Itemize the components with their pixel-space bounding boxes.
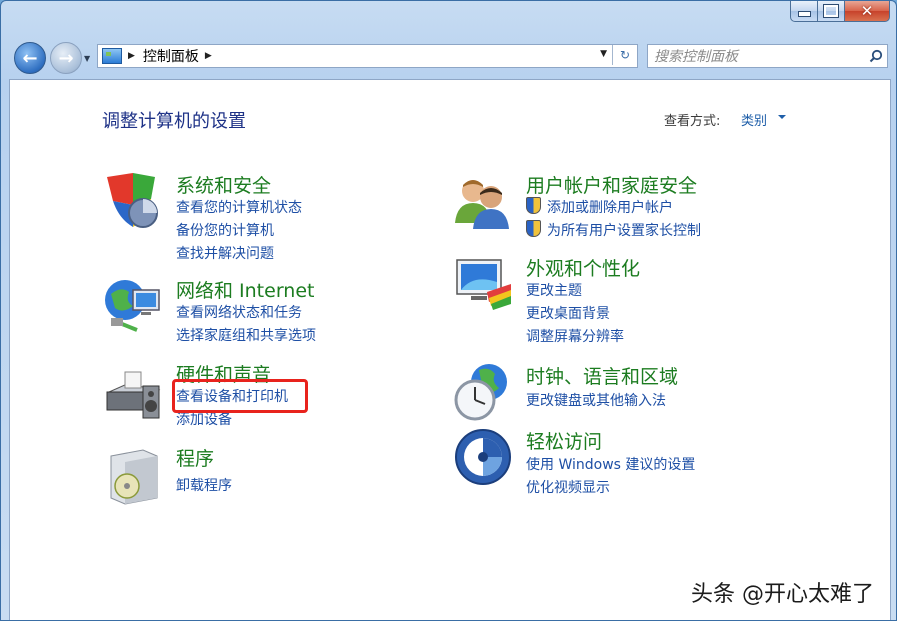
- link-troubleshoot[interactable]: 查找并解决问题: [176, 243, 274, 263]
- link-change-keyboard[interactable]: 更改键盘或其他输入法: [526, 390, 666, 410]
- refresh-icon: ↻: [620, 48, 630, 62]
- minimize-icon: [798, 11, 811, 17]
- view-by-label: 查看方式:: [664, 110, 720, 129]
- category-user-accounts: 用户帐户和家庭安全 添加或删除用户帐户 为所有用户设置家长控制: [453, 171, 853, 241]
- link-parental-controls[interactable]: 为所有用户设置家长控制: [526, 220, 701, 240]
- forward-button[interactable]: →: [50, 42, 82, 74]
- link-backup-computer[interactable]: 备份您的计算机: [176, 220, 274, 240]
- ease-of-access-icon[interactable]: [453, 427, 513, 487]
- link-view-network-status[interactable]: 查看网络状态和任务: [176, 302, 302, 322]
- category-title-programs[interactable]: 程序: [176, 444, 214, 471]
- link-optimize-display[interactable]: 优化视频显示: [526, 477, 610, 497]
- category-title-network-internet[interactable]: 网络和 Internet: [176, 276, 314, 303]
- link-screen-resolution[interactable]: 调整屏幕分辨率: [526, 326, 624, 346]
- refresh-button[interactable]: ↻: [612, 45, 637, 65]
- close-icon: ✕: [861, 4, 874, 19]
- category-clock-language-region: 时钟、语言和区域 更改键盘或其他输入法: [453, 362, 853, 422]
- category-title-system-security[interactable]: 系统和安全: [176, 171, 271, 198]
- recent-pages-dropdown[interactable]: ▼: [84, 54, 90, 63]
- users-icon[interactable]: [453, 171, 513, 231]
- view-by-caret-icon[interactable]: [778, 115, 786, 119]
- page-title: 调整计算机的设置: [102, 107, 246, 133]
- category-network-internet: 网络和 Internet 查看网络状态和任务 选择家庭组和共享选项: [103, 276, 403, 346]
- link-parental-controls-label[interactable]: 为所有用户设置家长控制: [547, 223, 701, 239]
- control-panel-window: ✕ ← → ▼ ▶ 控制面板 ▶ ▼ ↻ 搜索控制面板 调整计算机的设置 查看方…: [0, 0, 897, 621]
- search-icon[interactable]: [865, 46, 887, 66]
- navigation-bar: ← → ▼ ▶ 控制面板 ▶ ▼ ↻ 搜索控制面板: [1, 39, 896, 79]
- network-globe-icon[interactable]: [103, 276, 163, 336]
- category-appearance: 外观和个性化 更改主题 更改桌面背景 调整屏幕分辨率: [453, 254, 853, 344]
- link-change-background[interactable]: 更改桌面背景: [526, 303, 610, 323]
- address-bar[interactable]: ▶ 控制面板 ▶ ▼ ↻: [97, 44, 638, 68]
- maximize-icon: [824, 5, 838, 17]
- view-by-dropdown[interactable]: 类别: [741, 110, 767, 129]
- clock-globe-icon[interactable]: [453, 362, 513, 422]
- link-add-remove-users[interactable]: 添加或删除用户帐户: [526, 197, 673, 217]
- category-title-clock-language-region[interactable]: 时钟、语言和区域: [526, 362, 678, 389]
- close-button[interactable]: ✕: [845, 1, 890, 22]
- security-shield-icon[interactable]: [103, 171, 163, 231]
- category-title-ease-of-access[interactable]: 轻松访问: [526, 427, 602, 454]
- breadcrumb-arrow-icon[interactable]: ▶: [205, 51, 212, 61]
- monitor-palette-icon[interactable]: [453, 254, 513, 314]
- printer-speaker-icon[interactable]: [103, 364, 163, 424]
- watermark-text: 头条 @开心太难了: [691, 576, 874, 608]
- category-title-user-accounts[interactable]: 用户帐户和家庭安全: [526, 171, 697, 198]
- link-uninstall-program[interactable]: 卸载程序: [176, 475, 232, 495]
- link-add-remove-users-label[interactable]: 添加或删除用户帐户: [547, 200, 673, 216]
- search-box[interactable]: 搜索控制面板: [647, 44, 888, 68]
- link-homegroup-sharing[interactable]: 选择家庭组和共享选项: [176, 325, 316, 345]
- breadcrumb-arrow-icon[interactable]: ▶: [128, 51, 135, 61]
- minimize-button[interactable]: [790, 1, 818, 22]
- category-programs: 程序 卸载程序: [103, 444, 403, 504]
- maximize-button[interactable]: [818, 1, 845, 22]
- back-arrow-icon: ←: [22, 48, 37, 69]
- link-windows-recommended-settings[interactable]: 使用 Windows 建议的设置: [526, 454, 695, 474]
- window-controls: ✕: [790, 1, 890, 22]
- breadcrumb-control-panel[interactable]: 控制面板: [143, 46, 199, 66]
- category-system-security: 系统和安全 查看您的计算机状态 备份您的计算机 查找并解决问题: [103, 171, 403, 261]
- back-button[interactable]: ←: [14, 42, 46, 74]
- address-dropdown-icon[interactable]: ▼: [600, 49, 607, 59]
- highlight-box: [172, 379, 308, 413]
- content-pane: 调整计算机的设置 查看方式: 类别 系统和安全 查看您的计算机状态 备份您的计算…: [9, 79, 891, 621]
- programs-box-icon[interactable]: [103, 446, 163, 506]
- uac-shield-icon: [526, 197, 541, 214]
- category-ease-of-access: 轻松访问 使用 Windows 建议的设置 优化视频显示: [453, 427, 853, 497]
- uac-shield-icon: [526, 220, 541, 237]
- forward-arrow-icon: →: [58, 48, 73, 69]
- search-input[interactable]: 搜索控制面板: [654, 46, 865, 66]
- category-title-appearance[interactable]: 外观和个性化: [526, 254, 640, 281]
- link-change-theme[interactable]: 更改主题: [526, 280, 582, 300]
- link-view-computer-status[interactable]: 查看您的计算机状态: [176, 197, 302, 217]
- control-panel-icon: [102, 48, 122, 64]
